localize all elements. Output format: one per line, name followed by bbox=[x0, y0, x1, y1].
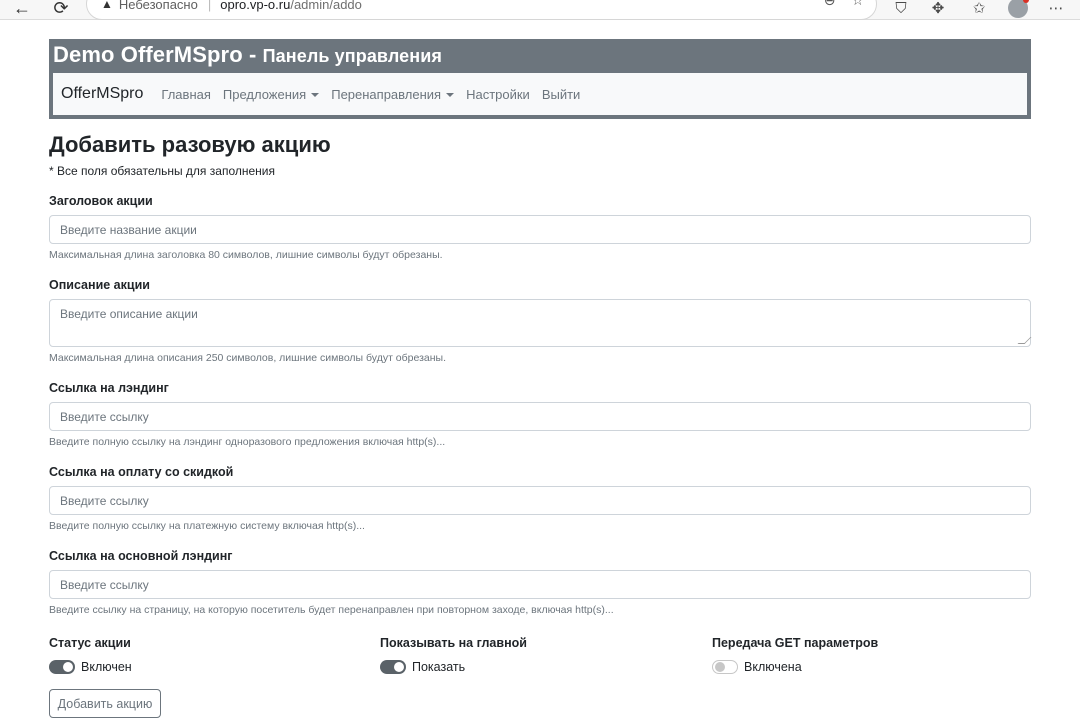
switch-knob bbox=[715, 662, 725, 672]
field-main-landing-url: Ссылка на основной лэндинг Введите ссылк… bbox=[49, 549, 1031, 616]
extensions-icon[interactable]: ✥ bbox=[928, 0, 948, 18]
site-title-sub: Панель управления bbox=[262, 46, 443, 66]
toggle-get-params: Передача GET параметров Включена bbox=[712, 636, 878, 674]
insecure-label[interactable]: Небезопасно bbox=[119, 0, 198, 12]
required-note: * Все поля обязательны для заполнения bbox=[49, 164, 275, 178]
toggle-label: Показывать на главной bbox=[380, 636, 527, 650]
browser-toolbar: ← ⟳ ▲ Небезопасно | opro.vp-o.ru/admin/a… bbox=[0, 0, 1080, 20]
description-textarea[interactable]: Введите описание акции bbox=[49, 299, 1032, 347]
navbar: OfferMSpro Главная Предложения Перенапра… bbox=[53, 73, 1027, 115]
toggle-text: Показать bbox=[412, 660, 466, 674]
field-description: Описание акции Введите описание акции Ма… bbox=[49, 278, 1032, 364]
payment-url-input[interactable]: Введите ссылку bbox=[49, 486, 1031, 515]
field-label: Заголовок акции bbox=[49, 194, 153, 208]
field-help: Введите полную ссылку на лэндинг однораз… bbox=[49, 436, 446, 448]
address-bar[interactable]: ▲ Небезопасно | opro.vp-o.ru/admin/addo … bbox=[86, 0, 877, 20]
address-separator: | bbox=[207, 0, 212, 12]
favorite-star-icon[interactable]: ☆ bbox=[851, 0, 864, 9]
show-on-main-switch[interactable] bbox=[380, 660, 406, 674]
navbar-brand[interactable]: OfferMSpro bbox=[61, 85, 143, 103]
site-header: Demo OfferMSpro - Панель управления Offe… bbox=[49, 39, 1031, 119]
field-label: Ссылка на оплату со скидкой bbox=[49, 465, 234, 479]
nav-item-offers-label: Предложения bbox=[222, 86, 307, 102]
url-host: opro.vp-o.ru bbox=[220, 0, 291, 12]
refresh-icon[interactable]: ⟳ bbox=[49, 0, 73, 20]
field-help: Максимальная длина описания 250 символов… bbox=[49, 352, 447, 364]
notification-dot bbox=[1023, 0, 1029, 3]
toggle-label: Передача GET параметров bbox=[712, 636, 879, 650]
landing-url-input[interactable]: Введите ссылку bbox=[49, 402, 1031, 431]
field-payment-url: Ссылка на оплату со скидкой Введите ссыл… bbox=[49, 465, 1031, 532]
site-title-dash: - bbox=[242, 42, 263, 67]
resize-handle-icon[interactable] bbox=[1017, 337, 1032, 344]
title-input[interactable]: Введите название акции bbox=[49, 215, 1031, 244]
toggle-text: Включен bbox=[81, 660, 132, 674]
field-help: Введите ссылку на страницу, на которую п… bbox=[49, 604, 614, 616]
nav-item-offers[interactable]: Предложения bbox=[222, 86, 320, 102]
add-offer-button[interactable]: Добавить акцию bbox=[49, 689, 161, 718]
page-title: Добавить разовую акцию bbox=[49, 132, 331, 157]
nav-item-redirects[interactable]: Перенаправления bbox=[331, 86, 455, 102]
status-switch[interactable] bbox=[49, 660, 75, 674]
shield-icon[interactable]: ⛉ bbox=[891, 0, 911, 18]
nav-item-settings[interactable]: Настройки bbox=[466, 87, 530, 102]
warning-icon[interactable]: ▲ bbox=[101, 0, 113, 11]
description-placeholder: Введите описание акции bbox=[60, 307, 198, 321]
get-params-switch[interactable] bbox=[712, 660, 738, 674]
toggle-show-on-main: Показывать на главной Показать bbox=[380, 636, 527, 674]
switch-knob bbox=[394, 662, 404, 672]
switch-knob bbox=[63, 662, 73, 672]
field-label: Ссылка на основной лэндинг bbox=[49, 549, 233, 563]
nav-item-home[interactable]: Главная bbox=[161, 87, 210, 102]
more-menu-icon[interactable]: ⋯ bbox=[1046, 0, 1066, 18]
field-label: Ссылка на лэндинг bbox=[49, 381, 169, 395]
back-icon[interactable]: ← bbox=[10, 0, 34, 20]
site-title-main: Demo OfferMSpro bbox=[53, 42, 243, 67]
chevron-down-icon bbox=[446, 92, 455, 97]
field-help: Введите полную ссылку на платежную систе… bbox=[49, 520, 365, 532]
site-title: Demo OfferMSpro - Панель управления bbox=[53, 42, 442, 68]
url-path: /admin/addo bbox=[290, 0, 362, 12]
field-title: Заголовок акции Введите название акции М… bbox=[49, 194, 1031, 261]
nav-item-logout[interactable]: Выйти bbox=[542, 87, 581, 102]
main-content: Добавить разовую акцию * Все поля обязат… bbox=[49, 130, 1032, 718]
chevron-down-icon bbox=[311, 92, 320, 97]
toggle-text: Включена bbox=[744, 660, 802, 674]
field-label: Описание акции bbox=[49, 278, 150, 292]
nav-item-redirects-label: Перенаправления bbox=[331, 86, 442, 102]
main-landing-url-input[interactable]: Введите ссылку bbox=[49, 570, 1031, 599]
toggle-status: Статус акции Включен bbox=[49, 636, 132, 674]
zoom-icon[interactable]: ⊖ bbox=[824, 0, 836, 9]
field-landing-url: Ссылка на лэндинг Введите ссылку Введите… bbox=[49, 381, 1031, 448]
favorites-icon[interactable]: ✩ bbox=[969, 0, 989, 18]
field-help: Максимальная длина заголовка 80 символов… bbox=[49, 249, 443, 261]
toggle-label: Статус акции bbox=[49, 636, 131, 650]
